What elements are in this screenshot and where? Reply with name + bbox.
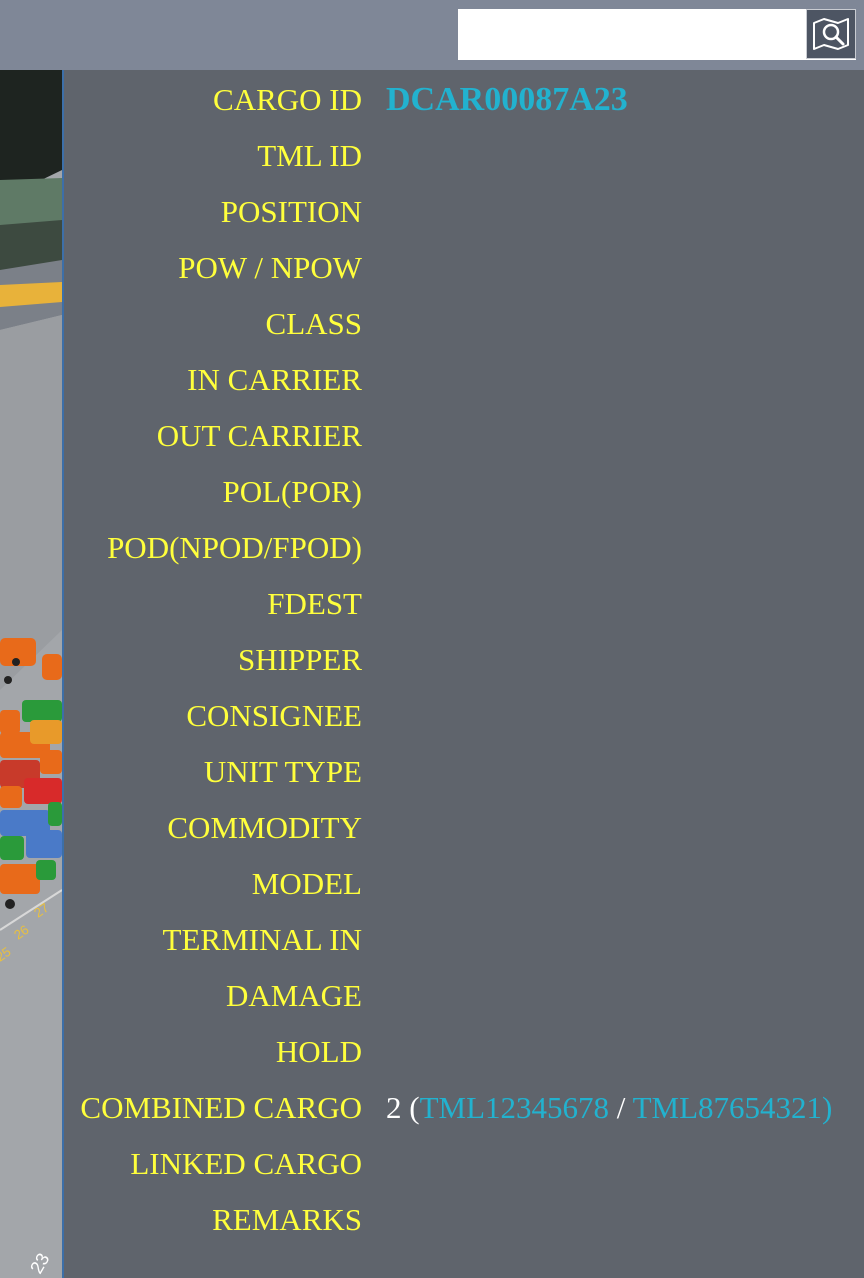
field-row-consignee: CONSIGNEE (64, 688, 864, 744)
field-label: REMARKS (212, 1202, 362, 1237)
combined-cargo-link[interactable]: TML12345678 (420, 1090, 609, 1125)
search-input[interactable] (458, 9, 804, 60)
field-label: COMMODITY (167, 810, 362, 845)
yard-3d-view[interactable]: 27 26 25 23 (0, 70, 64, 1278)
field-label: POW / NPOW (178, 250, 362, 285)
field-row-pol: POL(POR) (64, 464, 864, 520)
field-label: LINKED CARGO (130, 1146, 362, 1181)
field-label: IN CARRIER (187, 362, 362, 397)
field-row-damage: DAMAGE (64, 968, 864, 1024)
field-label: CARGO ID (213, 82, 362, 117)
field-row-cargo-id: CARGO ID DCAR00087A23 (64, 72, 864, 128)
field-row-combined-cargo: COMBINED CARGO 2 (TML12345678 / TML87654… (64, 1080, 864, 1136)
cargo-id-value: DCAR00087A23 (386, 81, 628, 118)
yard-scene-image: 27 26 25 23 (0, 70, 62, 1278)
field-label: SHIPPER (237, 642, 362, 677)
field-label: CLASS (265, 306, 362, 341)
field-label: MODEL (251, 866, 362, 901)
field-row-fdest: FDEST (64, 576, 864, 632)
combined-cargo-link[interactable]: TML87654321) (633, 1090, 833, 1125)
field-row-shipper: SHIPPER (64, 632, 864, 688)
field-row-class: CLASS (64, 296, 864, 352)
field-row-remarks: REMARKS (64, 1192, 864, 1248)
map-search-button[interactable] (806, 9, 856, 59)
search-box (458, 9, 856, 60)
field-row-linked-cargo: LINKED CARGO (64, 1136, 864, 1192)
combined-cargo-value: 2 (TML12345678 / TML87654321) (386, 1080, 832, 1136)
combined-open-paren: ( (409, 1090, 420, 1125)
field-label: POSITION (220, 194, 362, 229)
field-row-hold: HOLD (64, 1024, 864, 1080)
combined-count: 2 (386, 1090, 402, 1125)
field-row-terminal-in: TERMINAL IN (64, 912, 864, 968)
field-label: DAMAGE (225, 978, 362, 1013)
field-label: COMBINED CARGO (80, 1090, 362, 1125)
field-label: FDEST (267, 586, 362, 621)
map-search-icon (813, 18, 849, 50)
field-label: HOLD (275, 1034, 362, 1069)
field-label: OUT CARRIER (156, 418, 362, 453)
field-label: TML ID (257, 138, 362, 173)
field-row-position: POSITION (64, 184, 864, 240)
field-label: TERMINAL IN (162, 922, 362, 957)
field-row-pod: POD(NPOD/FPOD) (64, 520, 864, 576)
combined-separator: / (616, 1090, 626, 1125)
field-row-unit-type: UNIT TYPE (64, 744, 864, 800)
field-label: POD(NPOD/FPOD) (107, 530, 362, 565)
field-row-pow-npow: POW / NPOW (64, 240, 864, 296)
field-label: UNIT TYPE (203, 754, 362, 789)
field-row-tml-id: TML ID (64, 128, 864, 184)
field-label: POL(POR) (222, 474, 362, 509)
field-label: CONSIGNEE (186, 698, 362, 733)
cargo-detail-panel: CARGO ID DCAR00087A23 TML ID POSITION PO… (64, 70, 864, 1278)
field-row-in-carrier: IN CARRIER (64, 352, 864, 408)
field-row-model: MODEL (64, 856, 864, 912)
field-row-commodity: COMMODITY (64, 800, 864, 856)
field-row-out-carrier: OUT CARRIER (64, 408, 864, 464)
